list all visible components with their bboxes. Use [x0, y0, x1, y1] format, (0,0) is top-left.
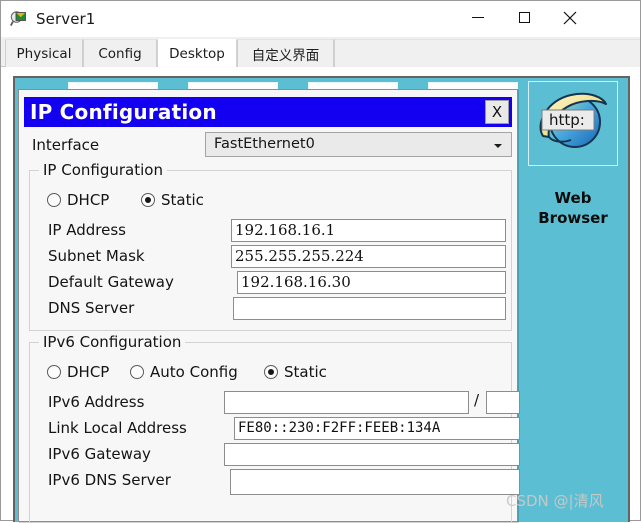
dialog-close-icon: X	[491, 103, 503, 121]
svg-text:http:: http:	[549, 111, 585, 129]
maximize-button[interactable]	[501, 1, 547, 34]
ipv6-mode-dhcp-radio[interactable]: DHCP	[47, 363, 109, 381]
ipv6-prefix-separator: /	[474, 391, 480, 409]
radio-checked-icon	[141, 193, 155, 207]
watermark: CSDN @|清风	[506, 492, 604, 510]
desktop-item-web-browser[interactable]: http: Web Browser	[525, 80, 621, 227]
ipv6-mode-static-radio[interactable]: Static	[264, 363, 327, 381]
window-title: Server1	[36, 10, 96, 28]
minimize-icon	[472, 17, 484, 18]
subnet-mask-value: 255.255.255.224	[235, 247, 364, 265]
tab-bar: Physical Config Desktop 自定义界面	[1, 37, 640, 67]
ipv4-mode-dhcp-radio[interactable]: DHCP	[47, 191, 109, 209]
ipv6-configuration-group: IPv6 Configuration DHCP Auto Config Stat…	[29, 333, 520, 523]
radio-checked-icon	[264, 365, 278, 379]
radio-unchecked-icon	[47, 193, 61, 207]
dialog-title: IP Configuration	[30, 100, 217, 124]
dns-server-input[interactable]	[233, 297, 506, 320]
tab-custom-interface[interactable]: 自定义界面	[237, 39, 334, 67]
link-local-address-value: FE80::230:F2FF:FEEB:134A	[238, 420, 441, 436]
subnet-mask-label: Subnet Mask	[48, 247, 145, 265]
ipv4-configuration-group: IP Configuration DHCP Static IP Address …	[29, 161, 512, 331]
tab-filler	[334, 39, 640, 67]
ipv6-group-title: IPv6 Configuration	[39, 333, 186, 351]
ipv6-mode-static-label: Static	[284, 363, 327, 381]
ipv6-mode-auto-config-label: Auto Config	[150, 363, 238, 381]
dns-server-label: DNS Server	[48, 299, 135, 317]
ipv4-mode-dhcp-label: DHCP	[67, 191, 110, 209]
web-browser-globe-icon: http:	[539, 92, 607, 148]
tab-physical[interactable]: Physical	[5, 39, 83, 67]
ipv6-dns-server-label: IPv6 DNS Server	[48, 471, 171, 489]
ip-configuration-dialog: IP Configuration X Interface FastEtherne…	[18, 89, 520, 523]
tab-custom-interface-label: 自定义界面	[251, 47, 320, 64]
application-window: Server1 Physical Config Desktop 自定义界面 ht…	[0, 0, 641, 523]
packet-tracer-device-icon	[10, 10, 28, 28]
ip-address-label: IP Address	[48, 221, 126, 239]
ipv6-dns-server-input[interactable]	[230, 469, 520, 495]
ipv6-mode-dhcp-label: DHCP	[67, 363, 110, 381]
ip-address-input[interactable]: 192.168.16.1	[231, 219, 506, 242]
ipv4-mode-static-label: Static	[161, 191, 204, 209]
interface-selected-value: FastEthernet0	[214, 136, 315, 152]
ipv6-mode-auto-config-radio[interactable]: Auto Config	[130, 363, 238, 381]
chevron-down-icon	[494, 144, 502, 148]
close-icon	[563, 11, 577, 24]
radio-unchecked-icon	[47, 365, 61, 379]
radio-unchecked-icon	[130, 365, 144, 379]
dialog-close-button[interactable]: X	[485, 100, 509, 124]
ipv4-mode-static-radio[interactable]: Static	[141, 191, 204, 209]
web-browser-label-line2: Browser	[538, 209, 608, 227]
ipv4-group-title: IP Configuration	[39, 161, 167, 179]
tab-desktop-label: Desktop	[169, 45, 225, 62]
tab-config[interactable]: Config	[83, 39, 157, 67]
maximize-icon	[518, 12, 530, 23]
interface-dropdown[interactable]: FastEthernet0	[205, 132, 512, 157]
ipv6-gateway-input[interactable]	[224, 443, 520, 466]
tab-desktop[interactable]: Desktop	[157, 39, 237, 67]
ipv6-address-input[interactable]	[224, 391, 469, 414]
default-gateway-value: 192.168.16.30	[241, 273, 351, 291]
link-local-address-label: Link Local Address	[48, 419, 187, 437]
window-title-bar: Server1	[1, 1, 640, 37]
tab-physical-label: Physical	[16, 45, 72, 62]
ip-address-value: 192.168.16.1	[235, 221, 336, 239]
web-browser-label-line1: Web	[554, 189, 592, 207]
web-browser-label: Web Browser	[521, 188, 625, 228]
ipv6-address-label: IPv6 Address	[48, 393, 145, 411]
interface-label: Interface	[32, 136, 100, 154]
minimize-button[interactable]	[455, 1, 501, 34]
subnet-mask-input[interactable]: 255.255.255.224	[231, 245, 506, 268]
ipv6-prefix-input[interactable]	[486, 391, 520, 414]
default-gateway-label: Default Gateway	[48, 273, 174, 291]
dialog-title-bar: IP Configuration X	[24, 97, 512, 127]
tab-config-label: Config	[98, 45, 142, 62]
default-gateway-input[interactable]: 192.168.16.30	[237, 271, 506, 294]
ipv6-gateway-label: IPv6 Gateway	[48, 445, 151, 463]
close-button[interactable]	[547, 1, 593, 34]
link-local-address-input[interactable]: FE80::230:F2FF:FEEB:134A	[234, 417, 520, 440]
